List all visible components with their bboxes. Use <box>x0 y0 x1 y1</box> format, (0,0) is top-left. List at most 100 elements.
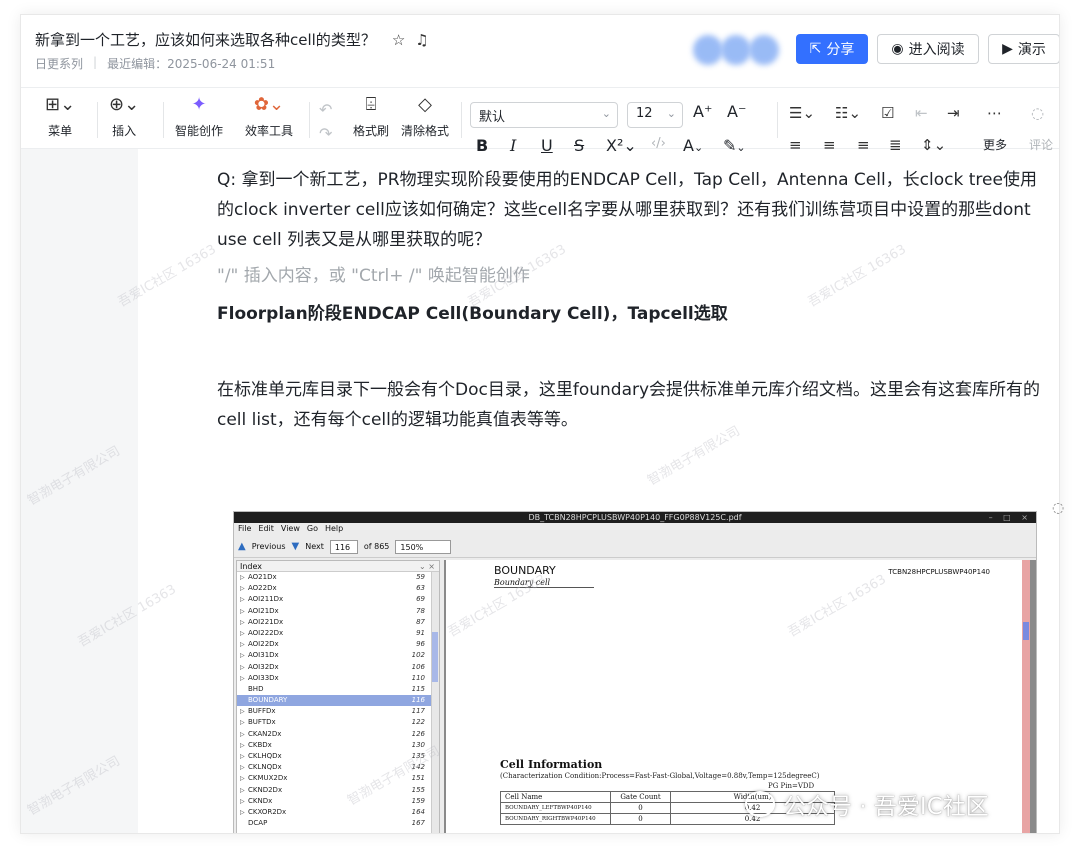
avatar[interactable] <box>721 35 751 65</box>
code-icon[interactable]: ‹/› <box>651 136 666 151</box>
index-item-page: 96 <box>416 640 425 649</box>
list-item: ▷ AOI211Dx 69 <box>237 594 439 605</box>
italic-icon[interactable]: I <box>510 136 516 155</box>
question-paragraph[interactable]: Q: 拿到一个新工艺，PR物理实现阶段要使用的ENDCAP Cell，Tap C… <box>217 165 1047 255</box>
bell-icon[interactable]: ♫ <box>415 31 428 49</box>
expand-triangle-icon: ▷ <box>240 629 245 637</box>
insert-button[interactable]: ⊕⌄ 插入 <box>109 94 139 139</box>
index-item-name: CKAN2Dx <box>248 729 282 738</box>
bold-icon[interactable]: B <box>476 136 488 155</box>
index-item-name: AO21Dx <box>248 573 277 581</box>
pdf-index-header: Index ⌄ × <box>237 561 439 572</box>
checklist-icon[interactable]: ☑ <box>881 104 894 122</box>
outdent-icon[interactable]: ⇤ <box>915 104 928 122</box>
underline-icon[interactable]: U <box>541 136 553 155</box>
list-item: ▷ CKND2Dx 155 <box>237 785 439 796</box>
list-item: BHD 115 <box>237 684 439 695</box>
strikethrough-icon[interactable]: S <box>574 136 584 155</box>
decrease-font-icon[interactable]: A⁻ <box>727 102 746 121</box>
menu-label: 菜单 <box>48 124 73 138</box>
index-item-name: DCAP <box>248 819 268 828</box>
highlight-icon[interactable]: ✎⌄ <box>723 136 746 155</box>
bullet-list-icon[interactable]: ☰⌄ <box>789 104 815 122</box>
font-size-select[interactable]: 12 ⌄ <box>627 102 683 128</box>
expand-triangle-icon: ▷ <box>240 607 245 615</box>
list-item: ▷ BUFFDx 117 <box>237 706 439 717</box>
comment-icon[interactable]: ◌ <box>1031 104 1044 122</box>
line-spacing-icon[interactable]: ⇕⌄ <box>921 136 946 154</box>
index-item-name: AOI211Dx <box>248 595 284 604</box>
share-label: 分享 <box>826 42 855 58</box>
font-family-select[interactable]: 默认 ⌄ <box>470 102 618 128</box>
clear-format-label: 清除格式 <box>401 124 450 138</box>
list-item: ▷ AOI21Dx 78 <box>237 606 439 617</box>
index-item-page: 164 <box>411 807 425 816</box>
list-item: ▷ AOI221Dx 87 <box>237 617 439 628</box>
collaborator-avatars[interactable] <box>693 35 783 65</box>
pdf-cell-info-title: Cell Information <box>500 758 603 771</box>
plus-circle-icon: ⊕⌄ <box>109 94 140 115</box>
embedded-pdf-screenshot[interactable]: DB_TCBN28HPCPLUSBWP40P140_FFG0P88V125C.p… <box>233 511 1037 833</box>
ai-create-button[interactable]: ✦ 智能创作 <box>175 94 223 139</box>
series-label[interactable]: 日更系列 <box>35 55 83 72</box>
menu-button[interactable]: ⊞⌄ 菜单 <box>45 94 75 139</box>
list-item: ▷ CKMUX2Dx 151 <box>237 773 439 784</box>
redo-icon[interactable]: ↷ <box>319 124 332 143</box>
body-paragraph[interactable]: 在标准单元库目录下一般会有个Doc目录，这里foundary会提供标准单元库介绍… <box>217 375 1047 435</box>
indent-icon[interactable]: ⇥ <box>947 104 960 122</box>
arrow-up-icon: ▲ <box>238 541 246 552</box>
undo-icon[interactable]: ↶ <box>319 100 332 119</box>
pdf-menu-view: View <box>280 524 300 533</box>
side-comment-icon[interactable]: ◌ <box>1052 500 1064 516</box>
clear-format-button[interactable]: ◇ 清除格式 <box>401 94 449 139</box>
align-right-icon[interactable]: ≡ <box>857 136 870 154</box>
expand-triangle-icon: ▷ <box>240 753 245 760</box>
avatar[interactable] <box>693 35 723 65</box>
present-label: 演示 <box>1017 42 1046 58</box>
ai-create-label: 智能创作 <box>175 124 224 138</box>
pdf-section-subtitle: Boundary cell <box>494 578 595 588</box>
index-item-name: CKNDx <box>248 796 273 805</box>
index-item-name: BOUNDARY <box>248 696 288 705</box>
index-item-page: 110 <box>411 673 425 682</box>
star-icon[interactable]: ☆ <box>392 31 405 49</box>
index-item-name: BUFTDx <box>248 718 276 727</box>
justify-icon[interactable]: ≣ <box>889 136 902 154</box>
expand-triangle-icon: ▷ <box>240 574 245 581</box>
increase-font-icon[interactable]: A⁺ <box>693 102 712 121</box>
last-edit-time: 最近编辑：2025-06-24 01:51 <box>107 57 276 71</box>
expand-triangle-icon: ▷ <box>240 585 245 593</box>
page-title: 新拿到一个工艺，应该如何来选取各种cell的类型？ <box>35 31 376 49</box>
table-cell: BOUNDARY_RIGHTBWP40P140 <box>500 813 611 825</box>
more-icon[interactable]: ⋯ <box>987 104 1002 122</box>
pdf-page-total: of 865 <box>363 542 390 551</box>
list-item: ▷ CKLNQDx 142 <box>237 762 439 773</box>
doc-title-row: 新拿到一个工艺，应该如何来选取各种cell的类型？ ☆ ♫ <box>35 29 429 50</box>
reading-mode-button[interactable]: ◉ 进入阅读 <box>877 34 979 64</box>
present-button[interactable]: ▶ 演示 <box>988 34 1059 64</box>
index-item-name: BHD <box>248 684 264 693</box>
superscript-icon[interactable]: X²⌄ <box>606 136 637 155</box>
format-painter-button[interactable]: ⌹ 格式刷 <box>353 94 389 139</box>
font-color-icon[interactable]: A⌄ <box>683 136 703 155</box>
toolbar-divider <box>309 102 310 138</box>
list-item: ▷ CKBDx 130 <box>237 740 439 751</box>
more-label[interactable]: 更多 <box>983 136 1007 153</box>
index-item-name: CKLNQDx <box>248 763 282 772</box>
chevron-down-icon: ⌄ <box>666 107 676 120</box>
avatar[interactable] <box>749 35 779 65</box>
empty-line-placeholder[interactable]: "/" 插入内容，或 "Ctrl+ /" 唤起智能创作 <box>217 261 1047 291</box>
numbered-list-icon[interactable]: ☷⌄ <box>835 104 861 122</box>
efficiency-tools-button[interactable]: ✿⌄ 效率工具 <box>245 94 293 139</box>
align-left-icon[interactable]: ≡ <box>789 136 802 154</box>
section-heading[interactable]: Floorplan阶段ENDCAP Cell(Boundary Cell)，Ta… <box>217 299 1047 329</box>
pdf-window-title-bar: DB_TCBN28HPCPLUSBWP40P140_FFG0P88V125C.p… <box>234 512 1036 523</box>
share-button[interactable]: ⇱ 分享 <box>796 34 868 64</box>
brand-watermark: 公众号 · 吾爱IC社区 <box>745 787 989 821</box>
document-body[interactable]: Q: 拿到一个新工艺，PR物理实现阶段要使用的ENDCAP Cell，Tap C… <box>217 165 1047 435</box>
index-item-name: CKBDx <box>248 740 272 749</box>
comment-label[interactable]: 评论 <box>1029 136 1053 153</box>
align-center-icon[interactable]: ≡ <box>823 136 836 154</box>
pdf-previous: Previous <box>251 542 286 551</box>
index-item-page: 126 <box>411 729 425 738</box>
